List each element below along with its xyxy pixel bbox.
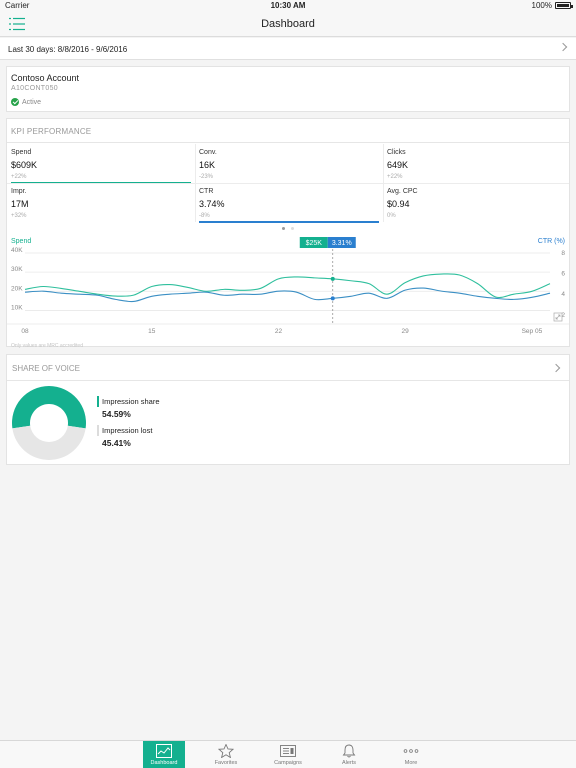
- account-name: Contoso Account: [11, 73, 80, 83]
- kpi-performance-card: KPI PERFORMANCE Spend $609K +22% Conv. 1…: [6, 118, 571, 349]
- tab-label: More: [404, 760, 418, 766]
- metric-value: 649K: [387, 160, 409, 170]
- x-tick-label: Sep 05: [522, 328, 543, 335]
- status-bar: Carrier 10:30 AM 100%: [0, 0, 576, 12]
- date-range-label: Last 30 days: 8/8/2016 - 9/6/2016: [8, 45, 128, 54]
- selected-metric-bar: [199, 221, 379, 223]
- y-right-tick-label: 8: [561, 250, 565, 257]
- battery-indicator: 100%: [531, 1, 573, 10]
- tab-label: Favorites: [214, 760, 238, 766]
- metric-value: 3.74%: [199, 199, 225, 209]
- legend-swatch: [97, 425, 99, 436]
- metric-change: -23%: [199, 174, 214, 180]
- donut-slice-impression-share: [12, 386, 87, 429]
- tab-alerts[interactable]: Alerts: [328, 741, 370, 768]
- metric-change: +22%: [11, 174, 27, 180]
- legend-label: Impression share: [102, 397, 160, 406]
- tooltip-spend-value: $25K: [306, 240, 323, 247]
- metric-label: Conv.: [199, 149, 217, 156]
- page-dot: [290, 227, 294, 230]
- y-tick-label: 20K: [11, 285, 23, 292]
- sov-header[interactable]: SHARE OF VOICE: [7, 355, 569, 381]
- star-icon: [218, 744, 234, 758]
- y-tick-label: 40K: [11, 247, 23, 254]
- metric-label: Clicks: [387, 149, 406, 156]
- battery-percent: 100%: [531, 1, 552, 10]
- metric-label: CTR: [199, 188, 214, 195]
- metric-label: Impr.: [11, 188, 27, 195]
- page-indicator[interactable]: [7, 226, 569, 232]
- metric-clicks[interactable]: Clicks 649K +22%: [383, 144, 571, 182]
- metric-change: +22%: [387, 174, 403, 180]
- metric-impressions[interactable]: Impr. 17M +32%: [7, 183, 195, 221]
- share-of-voice-card[interactable]: SHARE OF VOICE Impression share 54.59% I…: [6, 354, 570, 465]
- metric-spend[interactable]: Spend $609K +22%: [7, 144, 195, 184]
- page-dot-active: [282, 227, 286, 230]
- crosshair-point-ctr: [330, 296, 335, 301]
- kpi-title: KPI PERFORMANCE: [11, 127, 92, 136]
- tooltip-ctr-value: 3.31%: [332, 240, 352, 247]
- kpi-header: KPI PERFORMANCE: [7, 119, 569, 143]
- left-axis-title: Spend: [11, 238, 31, 245]
- sov-title: SHARE OF VOICE: [12, 364, 81, 373]
- chevron-right-icon: [558, 42, 568, 52]
- y-right-tick-label: 6: [561, 271, 565, 278]
- divider: [7, 183, 569, 184]
- metric-avg-cpc[interactable]: Avg. CPC $0.94 0%: [383, 183, 571, 221]
- tab-label: Alerts: [341, 760, 357, 766]
- metric-value: 16K: [199, 160, 216, 170]
- metric-label: Spend: [11, 149, 32, 156]
- metric-value: $0.94: [387, 199, 410, 209]
- metric-conversions[interactable]: Conv. 16K -23%: [195, 144, 383, 182]
- metric-change: +32%: [11, 213, 27, 219]
- campaigns-icon: [280, 745, 296, 757]
- right-axis-title: CTR (%): [538, 238, 565, 245]
- tab-favorites[interactable]: Favorites: [205, 741, 247, 768]
- x-tick-label: 29: [402, 328, 410, 335]
- legend-percent: 45.41%: [102, 438, 131, 448]
- check-circle-icon: [11, 98, 19, 106]
- page-title: Dashboard: [261, 18, 315, 30]
- account-status-label: Active: [22, 98, 42, 106]
- legend-swatch: [97, 396, 99, 407]
- x-tick-label: 15: [148, 328, 156, 335]
- share-donut-chart: [12, 386, 87, 461]
- metric-value: 17M: [11, 199, 29, 209]
- y-tick-label: 30K: [11, 266, 23, 273]
- legend-percent: 54.59%: [102, 409, 131, 419]
- tab-more[interactable]: More: [390, 741, 432, 768]
- bell-icon: [342, 744, 356, 758]
- chevron-right-icon: [551, 363, 561, 373]
- more-dots-icon: [403, 749, 419, 753]
- y-right-tick-label: 4: [561, 291, 565, 298]
- dashboard-chart-icon: [156, 744, 172, 758]
- y-tick-label: 10K: [11, 304, 23, 311]
- legend-label: Impression lost: [102, 426, 153, 435]
- battery-icon: [555, 2, 573, 9]
- trend-chart-svg[interactable]: Spend CTR (%)10K20K30K40K246808 15 22 29 Sep …: [7, 235, 569, 335]
- donut-slice-impression-lost: [12, 425, 86, 461]
- metric-change: 0%: [387, 213, 396, 219]
- tab-bar: Dashboard Favorites Campaigns Alerts Mor…: [0, 740, 576, 768]
- tab-label: Campaigns: [274, 760, 302, 766]
- metric-ctr[interactable]: CTR 3.74% -8%: [195, 183, 383, 223]
- x-tick-label: 22: [275, 328, 283, 335]
- metric-label: Avg. CPC: [387, 188, 418, 195]
- account-id: A10CONT050: [11, 85, 58, 92]
- navigation-bar: Dashboard: [0, 12, 576, 37]
- x-tick-label: 08: [21, 328, 29, 335]
- tab-dashboard[interactable]: Dashboard: [143, 741, 185, 768]
- kpi-trend-chart[interactable]: Spend CTR (%) 10K 20K 30K 40K 2 4 6 8 08 15 22 29 Sep …: [7, 235, 569, 335]
- tab-label: Dashboard: [150, 760, 178, 766]
- crosshair-point-spend: [330, 276, 335, 281]
- chart-footnote: Only values are MRC accredited: [11, 343, 83, 349]
- tab-campaigns[interactable]: Campaigns: [267, 741, 309, 768]
- date-range-selector[interactable]: Last 30 days: 8/8/2016 - 9/6/2016: [0, 38, 576, 60]
- metric-value: $609K: [11, 160, 38, 170]
- clock: 10:30 AM: [270, 1, 306, 10]
- series-line-spend: [24, 273, 551, 299]
- metric-change: -8%: [199, 213, 210, 219]
- account-card[interactable]: Contoso Account A10CONT050 Active: [6, 66, 570, 112]
- account-status: Active: [11, 98, 41, 106]
